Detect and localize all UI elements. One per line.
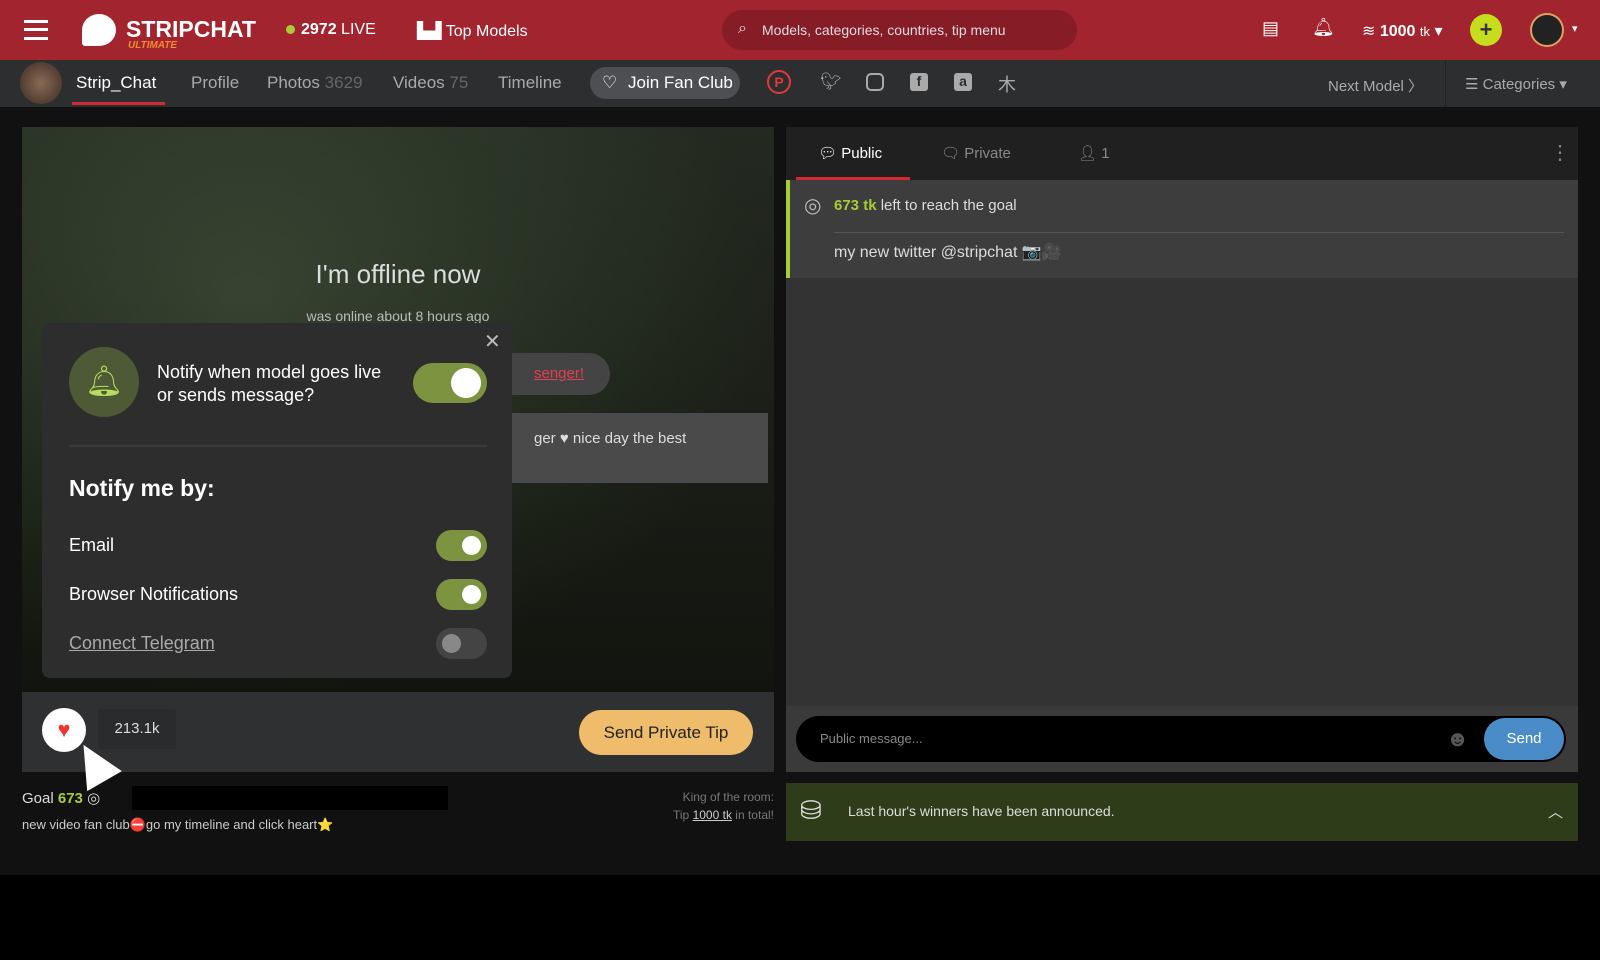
- facebook-icon[interactable]: f: [910, 73, 928, 91]
- goal-line: Goal 673 ◎: [22, 790, 101, 807]
- likes-count: 213.1k: [98, 709, 176, 749]
- room-topic: my new twitter @stripchat 📷🎥: [834, 244, 1062, 261]
- chat-input-area: Public message... ☻ Send: [786, 706, 1578, 772]
- room-description: new video fan club⛔go my timeline and cl…: [22, 817, 334, 832]
- twitter-icon[interactable]: 🐦︎: [820, 72, 842, 92]
- goal-text: 673 tk left to reach the goal: [834, 197, 1017, 214]
- offline-title: I'm offline now: [315, 259, 481, 289]
- diamond-icon: ♡: [602, 73, 618, 92]
- notification-popup: ✕ 🔔︎ Notify when model goes live or send…: [42, 323, 512, 678]
- winners-banner[interactable]: ⛁ Last hour's winners have been announce…: [786, 783, 1578, 841]
- video-bottom-bar: ♥ 213.1k Send Private Tip: [22, 692, 774, 772]
- categories-dropdown[interactable]: ☰ Categories ▾: [1465, 75, 1567, 93]
- public-message-input[interactable]: Public message... ☻: [796, 716, 1566, 762]
- send-button[interactable]: Send: [1484, 718, 1564, 760]
- live-count[interactable]: 2972 LIVE: [286, 21, 376, 39]
- target-icon: ◎: [804, 195, 822, 217]
- send-private-tip-button[interactable]: Send Private Tip: [579, 710, 753, 755]
- search-icon: ⌕: [738, 20, 747, 37]
- tab-private[interactable]: 🗨︎ Private: [941, 144, 1011, 162]
- user-icon: 👤︎: [1078, 145, 1098, 162]
- email-option-label: Email: [69, 535, 115, 555]
- messages-icon[interactable]: ▤: [1262, 18, 1279, 39]
- logo[interactable]: STRIPCHAT ULTIMATE: [82, 12, 262, 52]
- linktree-icon[interactable]: ⽊: [998, 71, 1016, 97]
- coins-icon: ⛁: [800, 795, 822, 825]
- chat-bubble-icon: 💬︎: [818, 145, 838, 162]
- chevron-right-icon: 〉: [1408, 78, 1424, 95]
- king-label: King of the room:: [682, 790, 774, 804]
- divider: [834, 232, 1564, 233]
- menu-icon[interactable]: [24, 20, 48, 40]
- like-button[interactable]: ♥: [42, 708, 86, 752]
- live-dot-icon: [286, 25, 295, 34]
- buy-tokens-button[interactable]: +: [1470, 14, 1502, 46]
- emoji-icon[interactable]: ☻: [1446, 726, 1469, 752]
- filter-icon: ☰: [1465, 76, 1479, 93]
- notify-by-heading: Notify me by:: [69, 475, 215, 501]
- king-tip: Tip 1000 tk in total!: [673, 808, 774, 822]
- more-icon[interactable]: ⋮: [1550, 140, 1570, 165]
- browser-option-label: Browser Notifications: [69, 584, 239, 604]
- tab-timeline[interactable]: Timeline: [498, 73, 562, 93]
- model-avatar[interactable]: [20, 62, 62, 104]
- coins-icon: ≋: [1362, 23, 1376, 40]
- goal-message: ◎ 673 tk left to reach the goal my new t…: [786, 180, 1578, 278]
- offline-subtitle: was online about 8 hours ago: [306, 308, 490, 324]
- browser-notifications-toggle[interactable]: [436, 579, 487, 610]
- bell-badge-icon: 🔔︎: [69, 347, 139, 417]
- tab-profile[interactable]: Profile: [191, 73, 239, 93]
- chat-tabs: 💬︎ Public 🗨︎ Private 👤︎ 1 ⋮: [786, 127, 1578, 180]
- top-models-link[interactable]: ▙▟ Top Models: [417, 21, 528, 41]
- token-balance[interactable]: ≋ 1000 tk ▾: [1362, 21, 1443, 41]
- logo-icon: [82, 14, 116, 46]
- email-toggle[interactable]: [436, 530, 487, 561]
- tab-videos[interactable]: Videos 75: [393, 73, 468, 93]
- join-fan-club-button[interactable]: ♡ Join Fan Club: [590, 67, 740, 99]
- tab-username[interactable]: Strip_Chat: [76, 73, 156, 93]
- bell-icon[interactable]: 🔔︎: [1312, 17, 1335, 38]
- top-header: STRIPCHAT ULTIMATE 2972 LIVE ▙▟ Top Mode…: [0, 0, 1600, 60]
- target-icon: ◎: [87, 790, 101, 807]
- divider: [69, 445, 487, 447]
- connect-telegram-link[interactable]: Connect Telegram: [69, 633, 215, 654]
- active-tab-underline: [72, 102, 165, 105]
- private-chat-icon: 🗨︎: [941, 145, 961, 162]
- notify-live-toggle[interactable]: [413, 363, 487, 403]
- next-model-button[interactable]: Next Model 〉: [1328, 75, 1423, 96]
- podium-icon: ▙▟: [417, 23, 442, 40]
- messenger-p-icon[interactable]: P: [767, 70, 791, 94]
- tab-users[interactable]: 👤︎ 1: [1078, 144, 1110, 162]
- tab-photos[interactable]: Photos 3629: [267, 73, 363, 93]
- notify-question: Notify when model goes live or sends mes…: [157, 362, 382, 405]
- search-input[interactable]: ⌕ Models, categories, countries, tip men…: [722, 10, 1077, 50]
- tab-public[interactable]: 💬︎ Public: [818, 144, 882, 162]
- chevron-up-icon[interactable]: ︿: [1548, 801, 1563, 822]
- divider: [1445, 60, 1446, 107]
- chevron-down-icon[interactable]: ▾: [1572, 22, 1578, 35]
- close-icon[interactable]: ✕: [484, 329, 501, 354]
- amazon-icon[interactable]: a: [954, 73, 972, 91]
- telegram-toggle[interactable]: [436, 628, 487, 659]
- avatar[interactable]: [1530, 13, 1564, 47]
- instagram-icon[interactable]: [866, 73, 884, 91]
- goal-progress-bar: [132, 786, 448, 810]
